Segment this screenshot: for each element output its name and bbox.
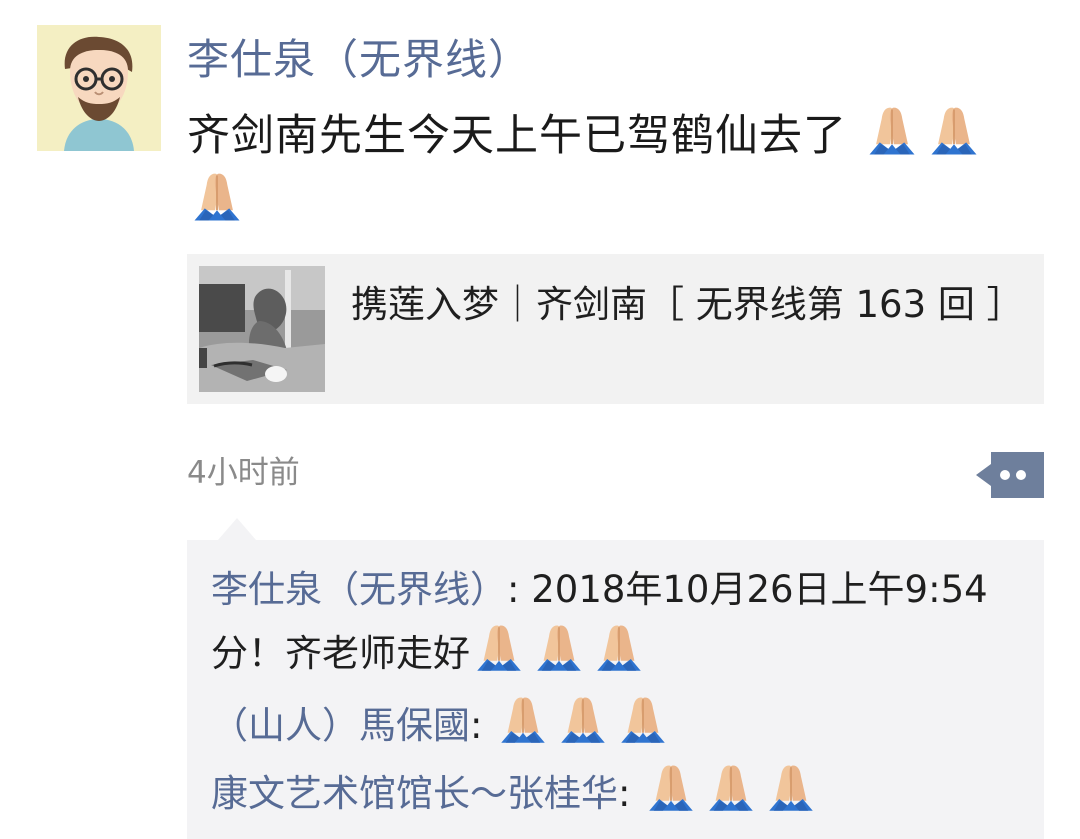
folded-hands-icon [762,760,820,818]
comments-panel: 李仕泉（无界线）: 2018年10月26日上午9:54分！齐老师走好 （山人）馬… [187,540,1044,839]
post-author-name[interactable]: 李仕泉（无界线） [187,34,531,86]
comment-author[interactable]: （山人）馬保國 [211,704,470,747]
folded-hands-icon [494,692,552,750]
folded-hands-icon [590,620,648,678]
folded-hands-icon [554,692,612,750]
comment-separator: : [618,772,643,815]
comment-author[interactable]: 李仕泉（无界线） [211,568,507,611]
comments-arrow [218,518,256,540]
folded-hands-icon [187,168,247,228]
more-dots-icon [976,452,1044,498]
comment-item[interactable]: （山人）馬保國: [211,692,1026,756]
comment-item[interactable]: 李仕泉（无界线）: 2018年10月26日上午9:54分！齐老师走好 [211,560,1026,684]
comment-author[interactable]: 康文艺术馆馆长～张桂华 [211,772,618,815]
folded-hands-icon [924,102,984,162]
post-text: 齐剑南先生今天上午已驾鹤仙去了 [187,111,847,161]
folded-hands-icon [642,760,700,818]
avatar-portrait-icon [37,25,161,151]
folded-hands-icon [862,102,922,162]
article-thumbnail [199,266,325,392]
folded-hands-icon [470,620,528,678]
more-options-button[interactable] [976,452,1044,498]
post-text-block: 齐剑南先生今天上午已驾鹤仙去了 [187,102,1047,234]
article-title: 携莲入梦｜齐剑南［ 无界线第 163 回 ］ [351,283,1024,326]
comment-separator: : [470,704,495,747]
folded-hands-icon [530,620,588,678]
avatar[interactable] [37,25,161,151]
folded-hands-icon [702,760,760,818]
folded-hands-icon [614,692,672,750]
comment-item[interactable]: 康文艺术馆馆长～张桂华: [211,760,1026,824]
article-photo-icon [199,266,325,392]
shared-article-card[interactable]: 携莲入梦｜齐剑南［ 无界线第 163 回 ］ [187,254,1044,404]
post-time: 4小时前 [187,455,300,491]
comment-separator: : [507,568,532,611]
